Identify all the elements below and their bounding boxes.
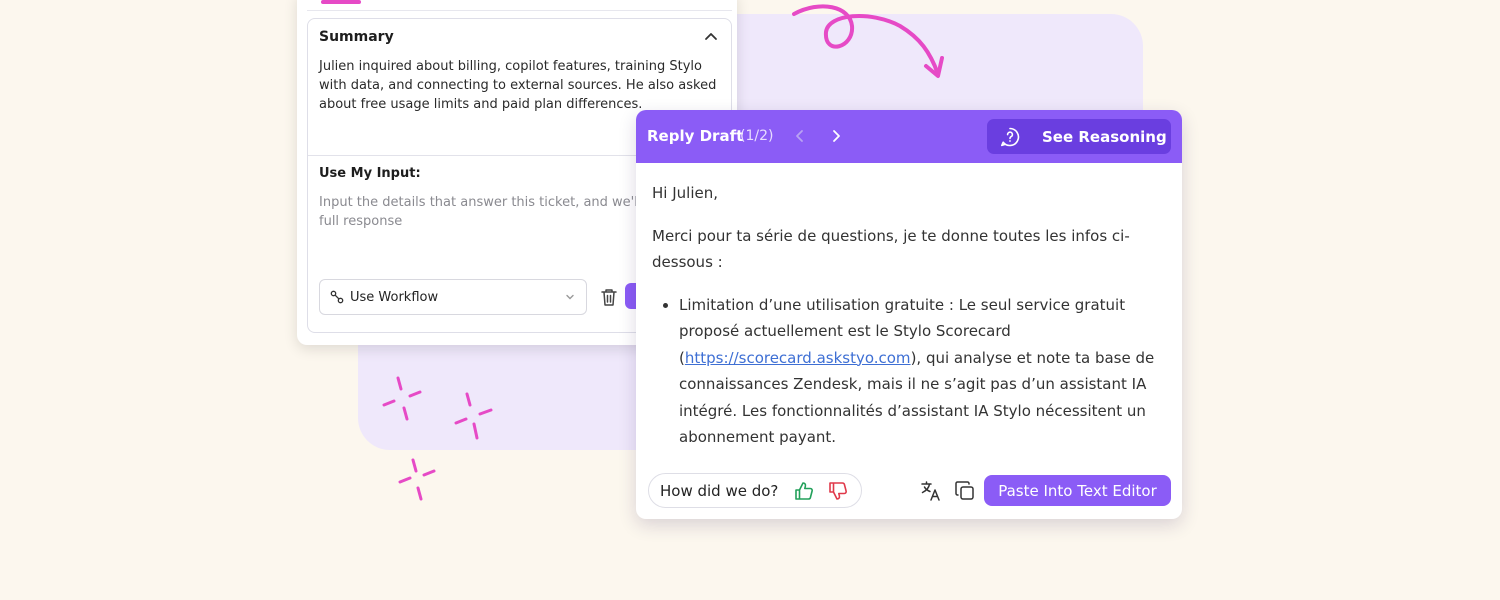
sparkle-icon bbox=[382, 376, 422, 421]
reply-greeting: Hi Julien, bbox=[652, 184, 718, 202]
reply-draft-count: (1/2) bbox=[740, 128, 774, 144]
see-reasoning-label: See Reasoning bbox=[1042, 128, 1167, 146]
thumbs-up-icon[interactable] bbox=[793, 480, 815, 502]
translate-icon[interactable] bbox=[920, 480, 942, 502]
thumbs-down-icon[interactable] bbox=[827, 480, 849, 502]
copy-icon[interactable] bbox=[954, 480, 976, 502]
scorecard-link[interactable]: https://scorecard.askstyo.com bbox=[685, 349, 911, 367]
workflow-select-label: Use Workflow bbox=[350, 289, 439, 305]
sparkle-icon bbox=[398, 458, 436, 501]
chevron-right-icon[interactable] bbox=[826, 126, 846, 146]
reply-draft-header: Reply Draft (1/2) See Reasoning bbox=[636, 110, 1182, 163]
reply-intro: Merci pour ta série de questions, je te … bbox=[652, 226, 1130, 272]
reply-bullet: Limitation d’une utilisation gratuite : … bbox=[679, 292, 1157, 451]
summary-text: Julien inquired about billing, copilot f… bbox=[319, 59, 717, 112]
reply-draft-title: Reply Draft bbox=[647, 127, 744, 145]
reasoning-icon bbox=[1001, 127, 1020, 147]
feedback-pill: How did we do? bbox=[648, 473, 862, 508]
active-tab-indicator bbox=[321, 0, 361, 4]
reply-draft-body[interactable]: Hi Julien, Merci pour ta série de questi… bbox=[652, 180, 1157, 451]
trash-icon[interactable] bbox=[600, 287, 618, 307]
chevron-up-icon[interactable] bbox=[703, 29, 719, 45]
paste-into-text-editor-button[interactable]: Paste Into Text Editor bbox=[984, 475, 1171, 506]
use-my-input-title: Use My Input: bbox=[319, 166, 421, 181]
input-field[interactable]: Input the details that answer this ticke… bbox=[319, 193, 649, 231]
see-reasoning-button[interactable]: See Reasoning bbox=[987, 119, 1171, 154]
chevron-left-icon[interactable] bbox=[790, 126, 810, 146]
tab-divider bbox=[307, 10, 732, 11]
workflow-select[interactable]: Use Workflow bbox=[319, 279, 587, 315]
reply-draft-panel: Reply Draft (1/2) See Reasoning Hi Julie… bbox=[636, 110, 1182, 519]
input-placeholder: Input the details that answer this ticke… bbox=[319, 195, 642, 210]
feedback-label: How did we do? bbox=[660, 482, 779, 500]
sparkle-icon bbox=[454, 392, 493, 440]
summary-title: Summary bbox=[319, 29, 394, 45]
workflow-icon bbox=[330, 290, 344, 304]
input-placeholder-line2: full response bbox=[319, 214, 403, 229]
swirl-arrow-icon bbox=[792, 4, 944, 78]
chevron-down-icon bbox=[566, 294, 574, 300]
